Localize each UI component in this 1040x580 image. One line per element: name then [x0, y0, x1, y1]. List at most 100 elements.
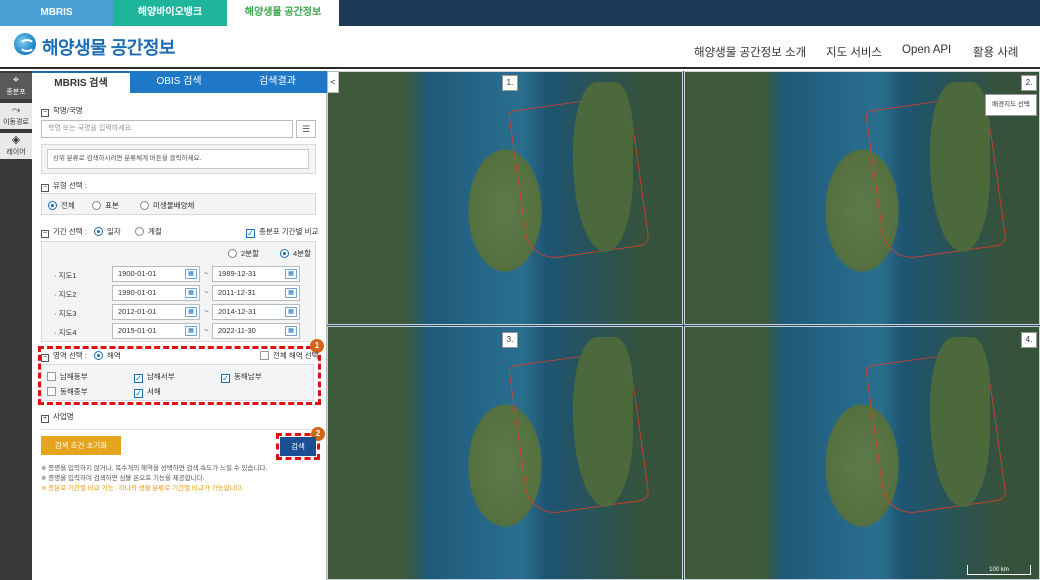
business-title[interactable]: + 사업명 — [41, 411, 74, 423]
radio-split-2[interactable]: 2분할 — [228, 248, 259, 259]
map-pane-4[interactable] — [684, 326, 1040, 580]
rail-species-distribution[interactable]: ⌖ 종분포 — [0, 73, 32, 99]
site-title[interactable]: 해양생물 공간정보 — [42, 34, 175, 60]
chevron-left-icon: < — [330, 77, 336, 87]
date-value: 2022-11-30 — [218, 326, 256, 335]
calendar-icon[interactable]: ▦ — [185, 269, 197, 279]
period-title[interactable]: − 기간 선택 : — [41, 226, 87, 238]
radio-split-4[interactable]: 4분할 — [280, 248, 311, 259]
map3-to-date[interactable]: 2014-12-31 ▦ — [212, 304, 300, 320]
scientific-name-title[interactable]: − 학명/국명 — [41, 105, 83, 117]
map-pane-4-number: 4. — [1021, 332, 1037, 348]
map1-to-date[interactable]: 1989-12-31 ▦ — [212, 266, 300, 282]
rail-label: 레이어 — [6, 149, 26, 156]
basemap-select-button[interactable]: 배경지도 선택 — [985, 94, 1037, 116]
rail-migration-route[interactable]: ⤳ 이동경로 — [0, 103, 32, 129]
map4-to-date[interactable]: 2022-11-30 ▦ — [212, 323, 300, 339]
option-label: 해역 — [107, 351, 121, 360]
plus-icon: + — [41, 415, 49, 423]
area-title[interactable]: − 영역 선택 : — [41, 350, 87, 362]
map-pane-1-number: 1. — [502, 75, 518, 91]
map-pane-3[interactable] — [327, 326, 683, 580]
scientific-name-input[interactable]: 학명 또는 국명을 입력하세요. — [41, 120, 293, 138]
divider — [41, 429, 316, 430]
compare-checkbox[interactable]: ✓ 종분포 기간별 비교 — [246, 226, 318, 238]
select-all-seas-checkbox[interactable]: 전체 해역 선택 — [260, 350, 319, 361]
range-tilde: ~ — [204, 326, 209, 335]
radio-selected-icon — [48, 201, 57, 210]
option-label: 전체 해역 선택 — [273, 351, 319, 360]
hint-text: 상위 분류로 검색하시려면 분류체계 버튼을 클릭하세요. — [47, 149, 309, 169]
rail-layers[interactable]: ◈ 레이어 — [0, 133, 32, 159]
tab-search-results[interactable]: 검색결과 — [228, 71, 327, 93]
map3-from-date[interactable]: 2012-01-01 ▦ — [112, 304, 200, 320]
minus-icon: − — [41, 184, 49, 192]
nav-use-cases[interactable]: 활용 사례 — [973, 44, 1019, 60]
map-pane-1[interactable] — [327, 71, 683, 325]
tab-mbris-search[interactable]: MBRIS 검색 — [32, 71, 130, 93]
calendar-icon[interactable]: ▦ — [285, 288, 297, 298]
option-label: 4분할 — [293, 249, 311, 258]
nav-intro[interactable]: 해양생물 공간정보 소개 — [694, 44, 806, 60]
minus-icon: − — [41, 109, 49, 117]
nav-open-api[interactable]: Open API — [902, 44, 951, 56]
option-label: 표본 — [105, 201, 119, 210]
calendar-icon[interactable]: ▦ — [285, 307, 297, 317]
nav-map-service[interactable]: 지도 서비스 — [826, 44, 882, 60]
date-value: 2014-12-31 — [218, 307, 257, 316]
map2-to-date[interactable]: 2011-12-31 ▦ — [212, 285, 300, 301]
map2-from-date[interactable]: 1990-01-01 ▦ — [112, 285, 200, 301]
range-tilde: ~ — [204, 288, 209, 297]
checkbox-sea-east-central[interactable]: 동해중부 — [47, 386, 88, 397]
option-label: 미생물배양체 — [153, 201, 195, 210]
radio-selected-icon — [94, 351, 103, 360]
checkbox-sea-west[interactable]: ✓ 서해 — [134, 386, 161, 398]
note-2: ※ 종명을 입력하여 검색하면 심볼 온오프 기능을 제공합니다. — [41, 475, 205, 482]
note-1: ※ 종명을 입력하지 않거나, 복수개의 해역을 선택하면 검색 속도가 느릴 … — [41, 465, 268, 472]
logo-icon[interactable] — [14, 33, 36, 55]
radio-period-date[interactable]: 일자 — [94, 226, 121, 237]
tab-obis-search[interactable]: OBIS 검색 — [130, 71, 228, 93]
map-pin-icon: ⌖ — [12, 74, 20, 86]
calendar-icon[interactable]: ▦ — [185, 326, 197, 336]
radio-icon — [135, 227, 144, 236]
taxonomy-button[interactable]: ☰ — [296, 120, 316, 138]
tab-mbris[interactable]: MBRIS — [0, 0, 113, 26]
note-3: ※ 종분포 기간별 비교 기능 : 하나의 생물 분류로 기간별 비교가 가능합… — [41, 485, 244, 492]
checkbox-checked-icon: ✓ — [246, 229, 255, 238]
calendar-icon[interactable]: ▦ — [285, 326, 297, 336]
checkbox-sea-east-south[interactable]: ✓ 동해남부 — [221, 371, 262, 383]
minus-icon: − — [41, 354, 49, 362]
radio-selected-icon — [280, 249, 289, 258]
map4-from-date[interactable]: 2015-01-01 ▦ — [112, 323, 200, 339]
checkbox-sea-south-east[interactable]: 남해동부 — [47, 371, 88, 382]
map3-label: · 지도3 — [54, 309, 77, 318]
radio-period-season[interactable]: 계절 — [135, 226, 162, 237]
option-label: 일자 — [107, 227, 121, 236]
map-viewer[interactable]: 1. 2. 3. 4. 배경지도 선택 100 km — [327, 71, 1040, 580]
rail-label: 종분포 — [6, 89, 26, 96]
top-tab-bar: MBRIS 해양바이오뱅크 해양생물 공간정보 — [0, 0, 1040, 26]
option-label: 2분할 — [241, 249, 259, 258]
reset-search-button[interactable]: 검색 조건 초기화 — [41, 436, 121, 455]
list-icon: ☰ — [301, 124, 311, 134]
radio-type-specimen[interactable]: 표본 — [92, 200, 119, 211]
period-box: 2분할 4분할 · 지도1 1900-01-01 ▦ ~ 1989-12-31 ▦ … — [41, 241, 316, 342]
calendar-icon[interactable]: ▦ — [285, 269, 297, 279]
radio-type-microbial[interactable]: 미생물배양체 — [140, 200, 194, 211]
map2-label: · 지도2 — [54, 290, 77, 299]
checkbox-checked-icon: ✓ — [221, 374, 230, 383]
tab-marine-spatial-info[interactable]: 해양생물 공간정보 — [227, 0, 339, 26]
minus-icon: − — [41, 230, 49, 238]
collapse-panel-button[interactable]: < — [327, 71, 339, 93]
radio-type-all[interactable]: 전체 — [48, 200, 75, 211]
radio-area-sea[interactable]: 해역 — [94, 350, 121, 361]
tab-marine-biobank[interactable]: 해양바이오뱅크 — [113, 0, 227, 26]
calendar-icon[interactable]: ▦ — [185, 307, 197, 317]
calendar-icon[interactable]: ▦ — [185, 288, 197, 298]
search-button[interactable]: 검색 — [280, 437, 316, 456]
map-pane-3-number: 3. — [502, 332, 518, 348]
type-title[interactable]: − 유형 선택 : — [41, 180, 87, 192]
map1-from-date[interactable]: 1900-01-01 ▦ — [112, 266, 200, 282]
checkbox-sea-south-west[interactable]: ✓ 남해서부 — [134, 371, 175, 383]
